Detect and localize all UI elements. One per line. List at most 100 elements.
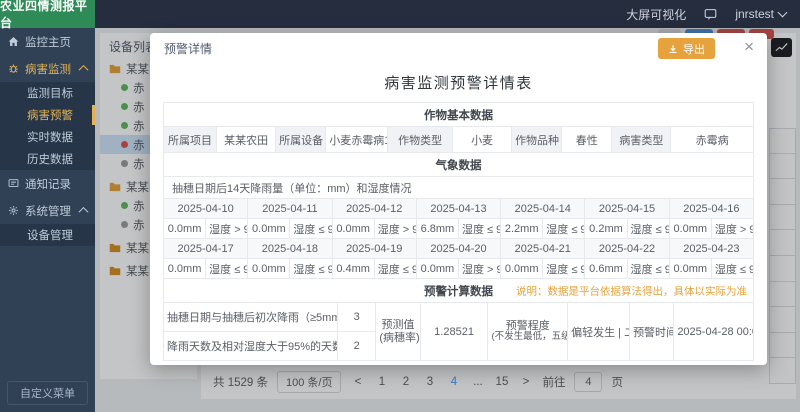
date-cell: 2025-04-20	[416, 239, 500, 259]
field-label: 所属设备	[276, 127, 326, 153]
topbar: 农业四情测报平台 大屏可视化 jnrstest	[0, 0, 800, 28]
sidebar-item-monitor-target[interactable]: 监测目标	[0, 82, 95, 104]
sidebar-item-label: 实时数据	[27, 129, 73, 145]
humidity-cell: 湿度 ≤ 95%	[374, 259, 416, 279]
chevron-up-icon	[79, 65, 89, 75]
close-icon[interactable]: ×	[744, 37, 754, 57]
sidebar: 监控主页 病害监测 监测目标 病害预警 实时数据 历史数据	[0, 28, 95, 412]
humidity-cell: 湿度 ≤ 95%	[627, 259, 669, 279]
warning-detail-dialog: 预警详情 导出 × 病害监测预警详情表 作物基本数据 所属项目	[150, 33, 767, 365]
warning-time-label: 预警时间	[630, 303, 674, 361]
rain-cell: 6.8mm	[416, 219, 458, 239]
calc-row-value: 2	[338, 332, 376, 361]
field-value: 赤霉病	[671, 127, 754, 153]
humidity-cell: 湿度 ≤ 95%	[458, 219, 500, 239]
sidebar-item-device-management[interactable]: 设备管理	[0, 224, 95, 246]
sidebar-item-realtime-data[interactable]: 实时数据	[0, 126, 95, 148]
field-value: 某某农田	[217, 127, 276, 153]
sidebar-item-home[interactable]: 监控主页	[0, 28, 95, 55]
gear-icon	[8, 205, 19, 216]
date-cell: 2025-04-22	[585, 239, 669, 259]
sidebar-item-system-management[interactable]: 系统管理	[0, 197, 95, 224]
calc-row-label: 降雨天数及相对湿度大于95%的天数	[164, 332, 338, 361]
dialog-header: 预警详情 导出 ×	[150, 33, 767, 63]
level-value: 偏轻发生 | 二级	[568, 303, 630, 361]
rain-cell: 0.0mm	[164, 259, 206, 279]
sidebar-item-label: 设备管理	[27, 227, 73, 243]
warning-time-value: 2025-04-28 00:00:00	[674, 303, 754, 361]
sidebar-item-disease-monitoring[interactable]: 病害监测	[0, 55, 95, 82]
rain-cell: 0.2mm	[585, 219, 627, 239]
field-value: 小麦	[453, 127, 512, 153]
calc-note: 说明：数据是平台依据算法得出，具体以实际为准	[516, 283, 747, 298]
date-cell: 2025-04-18	[248, 239, 332, 259]
date-cell: 2025-04-16	[669, 199, 753, 219]
rain-cell: 0.0mm	[164, 219, 206, 239]
rain-cell: 0.4mm	[332, 259, 374, 279]
humidity-cell: 湿度 ≤ 95%	[543, 259, 585, 279]
calc-table: 预警计算数据 说明：数据是平台依据算法得出，具体以实际为准 抽穗日期与抽穗后初次…	[163, 278, 754, 361]
system-submenu: 设备管理	[0, 224, 95, 246]
date-cell: 2025-04-12	[332, 199, 416, 219]
humidity-cell: 湿度 > 95%	[206, 219, 248, 239]
weather-section-title: 气象数据	[164, 153, 754, 177]
app-logo: 农业四情测报平台	[0, 0, 95, 28]
big-screen-link[interactable]: 大屏可视化	[626, 6, 686, 23]
rain-cell: 0.0mm	[416, 259, 458, 279]
date-cell: 2025-04-17	[164, 239, 248, 259]
date-cell: 2025-04-15	[585, 199, 669, 219]
calc-section-title: 预警计算数据	[424, 286, 493, 298]
weather-subtitle: 抽穗日期后14天降雨量（单位：mm）和湿度情况	[164, 177, 754, 199]
field-value: 春性	[562, 127, 612, 153]
sidebar-item-disease-warning[interactable]: 病害预警	[0, 104, 95, 126]
notification-icon	[8, 178, 19, 189]
field-value: 小麦赤霉病1	[326, 127, 388, 153]
date-cell: 2025-04-10	[164, 199, 248, 219]
sidebar-item-label: 系统管理	[25, 203, 74, 219]
message-bubble-icon[interactable]	[704, 8, 717, 21]
download-icon	[668, 44, 678, 54]
date-cell: 2025-04-13	[416, 199, 500, 219]
sidebar-item-label: 病害监测	[25, 61, 74, 77]
humidity-cell: 湿度 > 95%	[711, 219, 753, 239]
field-label: 作物品种	[512, 127, 562, 153]
rain-cell: 0.0mm	[248, 219, 290, 239]
date-cell: 2025-04-23	[669, 239, 753, 259]
calc-row-value: 3	[338, 303, 376, 332]
sidebar-item-label: 监测目标	[27, 85, 73, 101]
date-cell: 2025-04-19	[332, 239, 416, 259]
chevron-down-icon	[778, 8, 788, 18]
sidebar-item-label: 历史数据	[27, 151, 73, 167]
prediction-label: 预测值 (病穗率)	[376, 303, 420, 361]
sidebar-item-label: 通知记录	[25, 176, 87, 192]
topbar-right: 大屏可视化 jnrstest	[626, 6, 800, 23]
detail-table-title: 病害监测预警详情表	[150, 72, 767, 93]
crop-basic-table: 作物基本数据 所属项目 某某农田 所属设备 小麦赤霉病1 作物类型 小麦 作物品…	[163, 102, 754, 153]
rain-cell: 0.0mm	[332, 219, 374, 239]
weather-table: 气象数据 抽穗日期后14天降雨量（单位：mm）和湿度情况 2025-04-10 …	[163, 152, 754, 279]
export-button[interactable]: 导出	[658, 38, 715, 59]
dialog-title: 预警详情	[164, 40, 212, 57]
humidity-cell: 湿度 ≤ 95%	[627, 219, 669, 239]
rain-cell: 0.6mm	[585, 259, 627, 279]
rain-cell: 0.0mm	[669, 219, 711, 239]
level-label: 预警程度 (不发生最低，五级最高)	[488, 303, 568, 361]
humidity-cell: 湿度 > 95%	[374, 219, 416, 239]
username: jnrstest	[735, 7, 774, 21]
user-menu[interactable]: jnrstest	[735, 7, 786, 21]
date-cell: 2025-04-14	[501, 199, 585, 219]
disease-submenu: 监测目标 病害预警 实时数据 历史数据	[0, 82, 95, 170]
bug-icon	[8, 63, 19, 74]
field-label: 病害类型	[612, 127, 671, 153]
humidity-cell: 湿度 ≤ 95%	[543, 219, 585, 239]
custom-menu-button[interactable]: 自定义菜单	[7, 381, 88, 405]
chevron-up-icon	[79, 207, 89, 217]
rain-cell: 2.2mm	[501, 219, 543, 239]
prediction-value: 1.28521	[420, 303, 488, 361]
sidebar-item-notifications[interactable]: 通知记录	[0, 170, 95, 197]
rain-cell: 0.0mm	[669, 259, 711, 279]
detail-table: 作物基本数据 所属项目 某某农田 所属设备 小麦赤霉病1 作物类型 小麦 作物品…	[163, 102, 754, 361]
crop-section-title: 作物基本数据	[164, 103, 754, 127]
app-window: 农业四情测报平台 大屏可视化 jnrstest 监控主页 病害监测	[0, 0, 800, 412]
sidebar-item-history-data[interactable]: 历史数据	[0, 148, 95, 170]
